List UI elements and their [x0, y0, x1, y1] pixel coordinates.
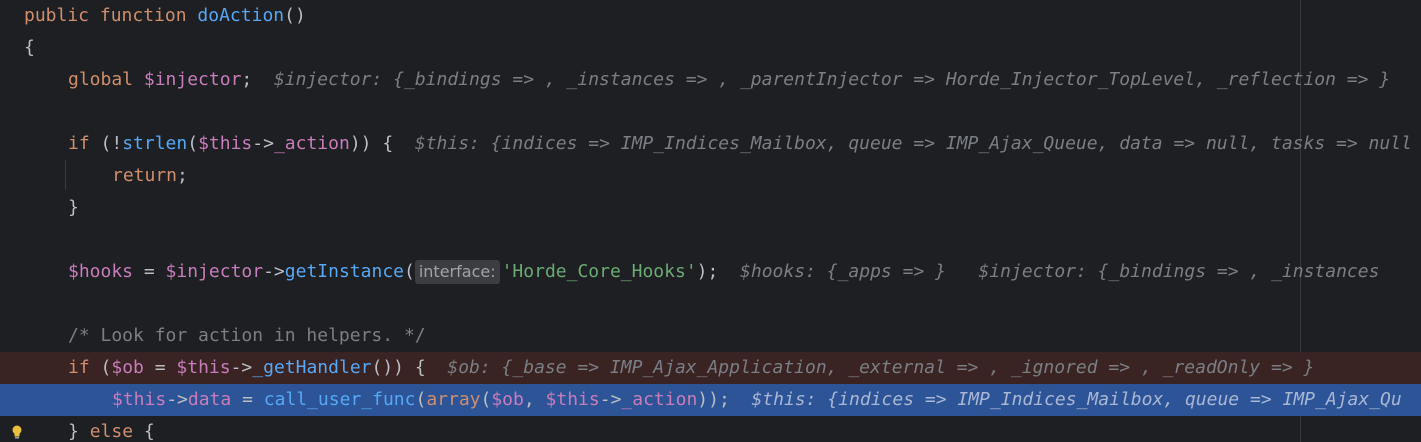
arrow-operator: -> — [263, 261, 285, 282]
debug-inline-value: $injector: {_bindings => , _instances — [978, 261, 1380, 282]
keyword-public: public — [24, 5, 90, 26]
punctuation: ( — [480, 389, 492, 410]
code-line-11[interactable]: /* Look for action in helpers. */ — [0, 320, 1421, 352]
variable-injector: $injector — [165, 261, 264, 282]
code-line-3[interactable]: global $injector; $injector: {_bindings … — [0, 64, 1421, 96]
close-brace: } — [68, 197, 79, 218]
code-line-12-breakpoint[interactable]: if ($ob = $this->_getHandler()) { $ob: {… — [0, 352, 1421, 384]
semicolon: ; — [177, 165, 188, 186]
assign-operator: = — [231, 389, 264, 410]
code-line-13-execution[interactable]: $this->data = call_user_func(array($ob, … — [0, 384, 1421, 416]
variable-this: $this — [176, 357, 231, 378]
keyword-global: global — [68, 69, 134, 90]
property-data: data — [187, 389, 232, 410]
code-line-5[interactable]: if (!strlen($this->_action)) { $this: {i… — [0, 128, 1421, 160]
punctuation: ); — [696, 261, 719, 282]
keyword-if: if — [68, 133, 90, 154]
debug-inline-value: $this: {indices => IMP_Indices_Mailbox, … — [414, 133, 1412, 154]
code-line-1[interactable]: public function doAction() — [0, 0, 1421, 32]
assign-operator: = — [143, 357, 177, 378]
code-line-9[interactable]: $hooks = $injector->getInstance(interfac… — [0, 256, 1421, 288]
arrow-operator: -> — [166, 389, 188, 410]
debug-inline-value: $injector: {_bindings => , _instances =>… — [273, 69, 1391, 90]
variable-ob: $ob — [491, 389, 524, 410]
keyword-else: else — [89, 421, 134, 442]
method-getHandler: _getHandler — [252, 357, 372, 378]
debug-inline-value: $this: {indices => IMP_Indices_Mailbox, … — [751, 389, 1402, 410]
punctuation: ()) { — [371, 357, 426, 378]
variable-injector: $injector — [143, 69, 242, 90]
debug-inline-value: $hooks: {_apps => } — [740, 261, 946, 282]
code-line-14[interactable]: } else { — [0, 416, 1421, 442]
debug-inline-value: $ob: {_base => IMP_Ajax_Application, _ex… — [447, 357, 1315, 378]
lightbulb-icon[interactable] — [10, 424, 24, 442]
keyword-function: function — [99, 5, 187, 26]
punctuation: ( — [415, 389, 427, 410]
punctuation: ( — [187, 133, 199, 154]
variable-hooks: $hooks — [68, 261, 134, 282]
keyword-return: return — [112, 165, 178, 186]
property-action: _action — [273, 133, 350, 154]
function-call-user-func: call_user_func — [263, 389, 416, 410]
variable-ob: $ob — [111, 357, 144, 378]
variable-this: $this — [545, 389, 600, 410]
function-strlen: strlen — [122, 133, 188, 154]
semicolon: ; — [241, 69, 253, 90]
parameter-hint: interface: — [414, 260, 500, 284]
arrow-operator: -> — [252, 133, 274, 154]
punctuation: )); — [697, 389, 730, 410]
punctuation: (! — [89, 133, 123, 154]
open-brace: { — [24, 37, 35, 58]
close-brace: } — [68, 421, 90, 442]
params: () — [284, 5, 306, 26]
punctuation: )) { — [349, 133, 394, 154]
keyword-array: array — [426, 389, 481, 410]
string-literal: 'Horde_Core_Hooks' — [501, 261, 697, 282]
code-line-7[interactable]: } — [0, 192, 1421, 224]
arrow-operator: -> — [230, 357, 253, 378]
property-action: _action — [621, 389, 698, 410]
code-line-2[interactable]: { — [0, 32, 1421, 64]
comment: /* Look for action in helpers. */ — [68, 325, 426, 346]
code-editor[interactable]: public function doAction() { global $inj… — [0, 0, 1421, 442]
method-getInstance: getInstance — [284, 261, 404, 282]
function-name: doAction — [197, 5, 285, 26]
variable-this: $this — [112, 389, 167, 410]
arrow-operator: -> — [599, 389, 622, 410]
punctuation: , — [523, 389, 546, 410]
variable-this: $this — [198, 133, 253, 154]
assign-operator: = — [133, 261, 166, 282]
code-line-6[interactable]: return; — [0, 160, 1421, 192]
keyword-if: if — [68, 357, 90, 378]
punctuation: ( — [404, 261, 415, 282]
punctuation: ( — [89, 357, 112, 378]
open-brace: { — [133, 421, 155, 442]
